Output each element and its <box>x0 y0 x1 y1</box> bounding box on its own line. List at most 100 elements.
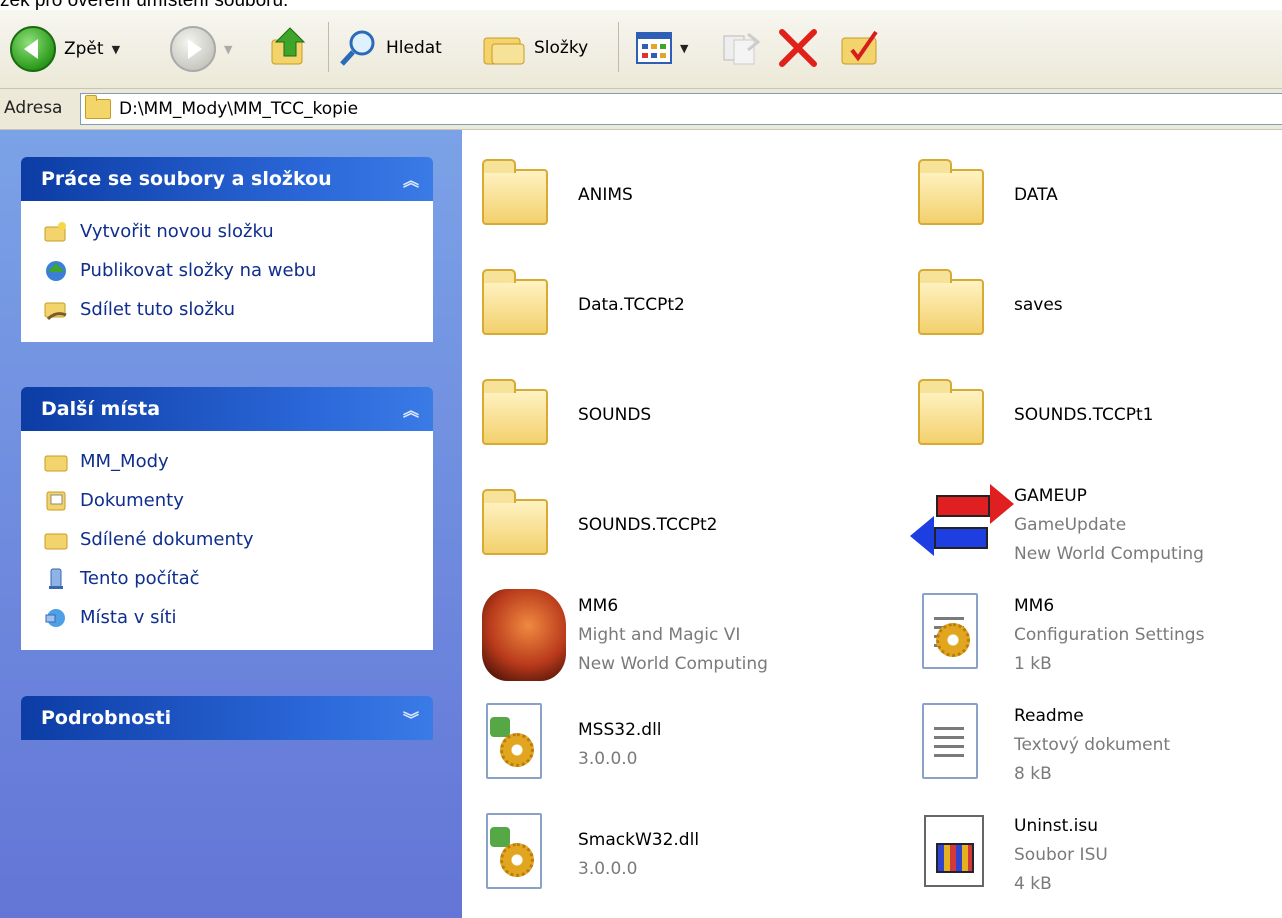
details-group: Podrobnosti ︾ <box>21 696 433 740</box>
task-label: Vytvořit novou složku <box>80 221 274 242</box>
place-label: Tento počítač <box>80 568 200 589</box>
file-name: SOUNDS.TCCPt2 <box>578 514 718 535</box>
forward-button[interactable]: ▼ <box>170 26 232 72</box>
task-pane: Práce se soubory a složkou ︽ Vytvořit no… <box>0 130 462 918</box>
file-version: 3.0.0.0 <box>578 859 638 879</box>
folder-icon <box>478 477 568 573</box>
details-header[interactable]: Podrobnosti ︾ <box>21 696 433 740</box>
file-company: New World Computing <box>1014 543 1204 564</box>
file-type: Configuration Settings <box>1014 624 1205 645</box>
move-to-button[interactable] <box>718 30 762 66</box>
file-type: Soubor ISU <box>1014 844 1108 865</box>
place-my-computer[interactable]: Tento počítač <box>44 559 432 598</box>
file-tile[interactable]: SmackW32.dll 3.0.0.0 <box>463 800 863 910</box>
search-button[interactable]: Hledat <box>338 28 442 68</box>
place-documents[interactable]: Dokumenty <box>44 481 432 520</box>
file-tasks-group: Práce se soubory a složkou ︽ Vytvořit no… <box>21 157 433 342</box>
views-button[interactable]: ▼ <box>636 32 688 64</box>
address-input[interactable]: D:\MM_Mody\MM_TCC_kopie <box>80 93 1282 125</box>
forward-dropdown-icon[interactable]: ▼ <box>224 43 232 56</box>
other-places-title: Další místa <box>41 398 161 420</box>
file-tile[interactable]: GAMEUP GameUpdate New World Computing <box>899 470 1282 580</box>
config-icon <box>914 587 1004 683</box>
views-dropdown-icon[interactable]: ▼ <box>680 42 688 55</box>
folder-icon <box>478 147 568 243</box>
file-name: GAMEUP <box>1014 485 1087 506</box>
place-network[interactable]: Místa v síti <box>44 598 432 637</box>
file-tile[interactable]: Readme Textový dokument 8 kB <box>899 690 1282 800</box>
details-title: Podrobnosti <box>41 707 172 729</box>
file-tile[interactable]: SOUNDS <box>463 360 863 470</box>
file-tile[interactable]: SOUNDS.TCCPt1 <box>899 360 1282 470</box>
task-new-folder[interactable]: Vytvořit novou složku <box>44 212 432 251</box>
properties-button[interactable] <box>838 26 882 70</box>
folders-icon <box>483 37 525 65</box>
expand-icon[interactable]: ︾ <box>403 706 419 730</box>
folder-icon <box>44 529 68 551</box>
other-places-group: Další místa ︽ MM_Mody Dokumenty Sdílené … <box>21 387 433 650</box>
up-folder-button[interactable] <box>268 24 310 68</box>
search-icon <box>340 30 375 66</box>
task-share-folder[interactable]: Sdílet tuto složku <box>44 290 432 329</box>
file-tile[interactable]: saves <box>899 250 1282 360</box>
forward-arrow-icon <box>170 26 216 72</box>
place-label: Sdílené dokumenty <box>80 529 254 550</box>
file-name: SOUNDS.TCCPt1 <box>1014 404 1154 425</box>
file-list: ANIMS DATA Data.TCCPt2 saves SOUNDS SOUN… <box>463 130 1282 918</box>
isu-icon <box>914 807 1004 903</box>
file-version: 3.0.0.0 <box>578 749 638 769</box>
folder-icon <box>478 367 568 463</box>
caption-text: zek pro ověření umístění souboru: <box>0 0 289 11</box>
file-name: ANIMS <box>578 184 633 205</box>
file-tile[interactable]: MM6 Might and Magic VI New World Computi… <box>463 580 863 690</box>
text-doc-icon <box>914 697 1004 793</box>
file-tile[interactable]: DATA <box>899 140 1282 250</box>
address-bar: Adresa D:\MM_Mody\MM_TCC_kopie <box>0 89 1282 130</box>
file-tile[interactable]: Uninst.isu Soubor ISU 4 kB <box>899 800 1282 910</box>
file-tile[interactable]: ANIMS <box>463 140 863 250</box>
address-path: D:\MM_Mody\MM_TCC_kopie <box>119 99 359 119</box>
folders-label: Složky <box>534 38 589 58</box>
computer-icon <box>44 568 68 590</box>
place-label: Dokumenty <box>80 490 184 511</box>
file-name: Data.TCCPt2 <box>578 294 685 315</box>
dll-icon <box>478 807 568 903</box>
file-tile[interactable]: Data.TCCPt2 <box>463 250 863 360</box>
file-tasks-header[interactable]: Práce se soubory a složkou ︽ <box>21 157 433 201</box>
task-label: Sdílet tuto složku <box>80 299 236 320</box>
views-icon <box>636 32 672 64</box>
file-name: SOUNDS <box>578 404 652 425</box>
move-to-icon <box>723 32 761 65</box>
dll-icon <box>478 697 568 793</box>
folder-icon <box>478 257 568 353</box>
file-tile[interactable]: MM6 Configuration Settings 1 kB <box>899 580 1282 690</box>
other-places-header[interactable]: Další místa ︽ <box>21 387 433 431</box>
file-name: Uninst.isu <box>1014 815 1098 836</box>
task-publish-web[interactable]: Publikovat složky na webu <box>44 251 432 290</box>
place-shared-documents[interactable]: Sdílené dokumenty <box>44 520 432 559</box>
task-label: Publikovat složky na webu <box>80 260 317 281</box>
file-size: 1 kB <box>1014 653 1052 674</box>
place-mm-mody[interactable]: MM_Mody <box>44 442 432 481</box>
file-name: Readme <box>1014 705 1084 726</box>
file-tile[interactable]: SOUNDS.TCCPt2 <box>463 470 863 580</box>
place-label: MM_Mody <box>80 451 169 472</box>
documents-icon <box>44 490 68 512</box>
file-tile[interactable]: MSS32.dll 3.0.0.0 <box>463 690 863 800</box>
publish-web-icon <box>44 260 68 282</box>
folder-icon <box>85 95 111 119</box>
other-places-list: MM_Mody Dokumenty Sdílené dokumenty Tent… <box>21 431 433 650</box>
folders-button[interactable]: Složky <box>482 28 588 68</box>
collapse-icon[interactable]: ︽ <box>403 167 419 191</box>
back-label: Zpět <box>64 39 104 59</box>
file-tasks-list: Vytvořit novou složku Publikovat složky … <box>21 201 433 342</box>
share-folder-icon <box>44 299 68 321</box>
delete-button[interactable] <box>776 26 820 70</box>
back-dropdown-icon[interactable]: ▼ <box>112 43 120 56</box>
back-button[interactable]: Zpět ▼ <box>10 26 120 72</box>
file-company: New World Computing <box>578 653 768 674</box>
gameup-icon <box>910 477 1014 573</box>
new-folder-icon <box>44 221 68 243</box>
folder-icon <box>44 451 68 473</box>
collapse-icon[interactable]: ︽ <box>403 397 419 421</box>
